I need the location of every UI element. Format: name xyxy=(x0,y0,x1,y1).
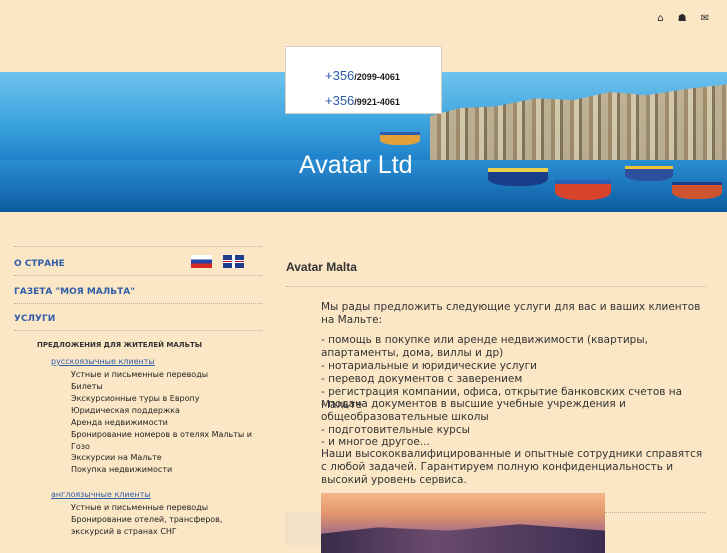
list-item[interactable]: Бронирование номеров в отелях Мальты и Г… xyxy=(71,429,256,452)
boat-image xyxy=(625,166,673,181)
phone-prefix: +356 xyxy=(325,68,355,83)
service-item: - перевод документов с заверением xyxy=(321,373,523,385)
sitemap-icon[interactable]: ☗ xyxy=(678,13,687,24)
page-title: Avatar Malta xyxy=(286,260,357,274)
nav-about-country[interactable]: О СТРАНЕ xyxy=(14,259,65,269)
service-item: - помощь в покупке или аренде недвижимос… xyxy=(321,334,648,359)
russian-clients-link[interactable]: русскоязычные клиенты xyxy=(51,357,155,366)
boat-image xyxy=(488,168,548,186)
phone-digits: /2099-4061 xyxy=(354,72,400,82)
site-title: Avatar Ltd xyxy=(299,151,413,179)
boat-image xyxy=(380,132,420,145)
sunset-photo xyxy=(321,493,605,553)
list-item[interactable]: Юридическая поддержка xyxy=(71,405,256,417)
flag-uk-icon[interactable] xyxy=(223,255,244,268)
harbor-town-image xyxy=(430,84,727,164)
divider xyxy=(286,286,706,287)
service-item: - и многое другое... xyxy=(321,436,430,448)
divider xyxy=(14,303,262,304)
list-item[interactable]: Устные и письменные переводы xyxy=(71,369,256,381)
divider xyxy=(14,275,262,276)
service-item: - нотариальные и юридические услуги xyxy=(321,360,537,372)
intro-text: Мы рады предложить следующие услуги для … xyxy=(321,301,701,326)
service-item: - подготовительные курсы xyxy=(321,424,470,436)
home-icon[interactable]: ⌂ xyxy=(657,13,663,24)
divider xyxy=(14,330,262,331)
list-item[interactable]: Экскурсионные туры в Европу xyxy=(71,393,256,405)
nav-services[interactable]: УСЛУГИ xyxy=(14,314,55,324)
boat-image xyxy=(555,180,611,200)
flag-russia-icon[interactable] xyxy=(191,255,212,268)
contact-box: +356/2099-4061 +356/9921-4061 xyxy=(285,46,442,114)
closing-text: Наши высококвалифицированные и опытные с… xyxy=(321,448,703,486)
top-icons: ⌂ ☗ ✉ xyxy=(657,13,709,24)
phone-number-2[interactable]: +356/9921-4061 xyxy=(325,92,400,110)
list-item[interactable]: Билеты xyxy=(71,381,256,393)
mail-icon[interactable]: ✉ xyxy=(701,13,709,24)
service-item: - подача документов в высшие учебные учр… xyxy=(321,398,626,423)
list-item[interactable]: Аренда недвижимости xyxy=(71,417,256,429)
list-item[interactable]: Устные и письменные переводы xyxy=(71,502,256,514)
phone-prefix: +356 xyxy=(325,93,355,108)
divider xyxy=(14,246,262,247)
phone-digits: /9921-4061 xyxy=(354,97,400,107)
divider xyxy=(605,512,705,513)
phone-number-1[interactable]: +356/2099-4061 xyxy=(325,67,400,85)
boat-image xyxy=(672,182,722,199)
list-item[interactable]: Покупка недвижимости xyxy=(71,464,256,476)
english-clients-link[interactable]: англоязычные клиенты xyxy=(51,490,151,499)
decorative-panel xyxy=(285,512,321,545)
offers-heading: ПРЕДЛОЖЕНИЯ ДЛЯ ЖИТЕЛЕЙ МАЛЬТЫ xyxy=(37,341,202,349)
list-item[interactable]: Экскурсии на Мальте xyxy=(71,452,256,464)
nav-newspaper[interactable]: ГАЗЕТА "МОЯ МАЛЬТА" xyxy=(14,287,135,297)
list-item[interactable]: Бронирование отелей, трансферов, экскурс… xyxy=(71,514,256,537)
